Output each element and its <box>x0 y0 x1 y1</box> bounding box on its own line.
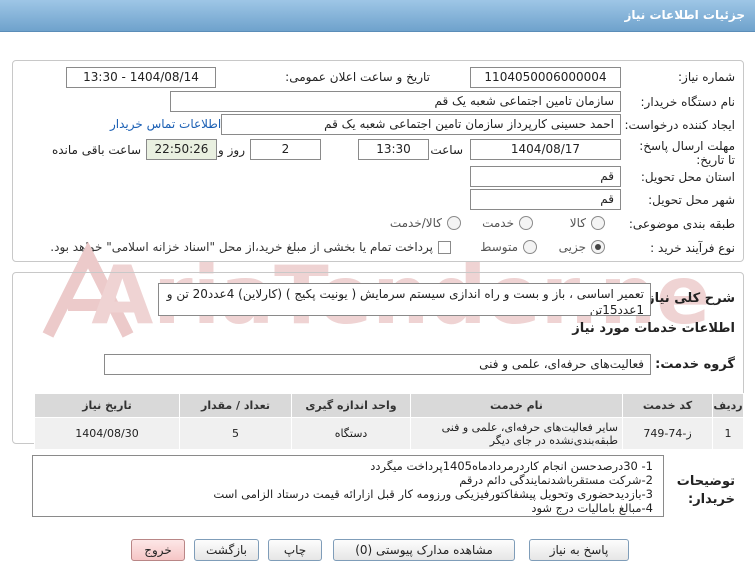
creator-label: ایجاد کننده درخواست: <box>624 118 735 132</box>
deadline-time-field[interactable]: 13:30 <box>358 139 429 160</box>
announce-label: تاریخ و ساعت اعلان عمومی: <box>285 70 430 84</box>
cell-date: 1404/08/30 <box>34 417 180 450</box>
province-field[interactable]: قم <box>470 166 621 187</box>
note-line: 2-شرکت مستقرباشدنمایندگی دائم درقم <box>459 473 653 487</box>
radio-icon[interactable] <box>591 216 605 230</box>
page-title: جزئیات اطلاعات نیاز <box>624 8 745 22</box>
days-field[interactable]: 2 <box>250 139 321 160</box>
view-attachments-button[interactable]: مشاهده مدارک پیوستی (0) <box>333 539 515 561</box>
radio-icon[interactable] <box>447 216 461 230</box>
process-option-minor[interactable]: جزیی <box>559 240 605 254</box>
note-line: 3-بازدیدحضوری وتحویل پیشفاکتورفیزیکی ورز… <box>213 487 653 501</box>
process-option-medium[interactable]: متوسط <box>480 240 537 254</box>
service-group-label: گروه خدمت: <box>655 357 735 372</box>
print-button[interactable]: چاپ <box>268 539 322 561</box>
announce-field[interactable]: 1404/08/14 - 13:30 <box>66 67 216 88</box>
buyer-field[interactable]: سازمان تامین اجتماعی شعبه یک قم <box>170 91 621 112</box>
city-field[interactable]: قم <box>470 189 621 210</box>
treasury-payment-option[interactable]: پرداخت تمام یا بخشی از مبلغ خرید،از محل … <box>50 240 451 254</box>
note-line: 4-مبالغ بامالیات درج شود <box>531 501 653 515</box>
cell-unit: دستگاه <box>291 417 411 450</box>
category-option-goods-service[interactable]: کالا/خدمت <box>390 216 461 230</box>
radio-icon[interactable] <box>519 216 533 230</box>
table-header-row: ردیف کد خدمت نام خدمت واحد اندازه گیری ت… <box>34 393 744 418</box>
col-qty: تعداد / مقدار <box>179 393 292 418</box>
page-header: جزئیات اطلاعات نیاز <box>0 0 755 32</box>
province-label: استان محل تحویل: <box>640 170 735 184</box>
deadline-date-field[interactable]: 1404/08/17 <box>470 139 621 160</box>
days-label: روز و <box>218 143 245 157</box>
creator-field[interactable]: احمد حسینی کارپرداز سازمان تامین اجتماعی… <box>221 114 621 135</box>
buyer-notes-label: توضیحات خریدار: <box>676 474 735 507</box>
col-name: نام خدمت <box>410 393 623 418</box>
buyer-contact-link[interactable]: اطلاعات تماس خریدار <box>110 117 221 131</box>
cell-index: 1 <box>712 417 744 450</box>
table-row[interactable]: 1 ز-74-749 سایر فعالیت‌های حرفه‌ای، علمی… <box>34 417 744 450</box>
cell-qty: 5 <box>179 417 292 450</box>
back-button[interactable]: بازگشت <box>194 539 259 561</box>
services-section-title: اطلاعات خدمات مورد نیاز <box>572 321 735 336</box>
radio-icon[interactable] <box>523 240 537 254</box>
process-type-label: نوع فرآیند خرید : <box>650 241 735 255</box>
col-code: کد خدمت <box>622 393 713 418</box>
deadline-label: مهلت ارسال پاسخ: تا تاریخ: <box>639 139 735 167</box>
radio-selected-icon[interactable] <box>591 240 605 254</box>
need-number-label: شماره نیاز: <box>678 70 735 84</box>
summary-label: شرح کلی نیاز: <box>641 291 735 306</box>
cell-name: سایر فعالیت‌های حرفه‌ای، علمی و فنی طبقه… <box>410 417 623 450</box>
treasury-payment-note: پرداخت تمام یا بخشی از مبلغ خرید،از محل … <box>50 240 433 254</box>
remaining-time-field: 22:50:26 <box>146 139 217 160</box>
service-group-field[interactable]: فعالیت‌های حرفه‌ای، علمی و فنی <box>104 354 651 375</box>
checkbox-icon[interactable] <box>438 240 451 254</box>
services-table: ردیف کد خدمت نام خدمت واحد اندازه گیری ت… <box>34 393 744 450</box>
category-option-service[interactable]: خدمت <box>482 216 533 230</box>
col-index: ردیف <box>712 393 744 418</box>
exit-button[interactable]: خروج <box>131 539 185 561</box>
category-option-goods[interactable]: کالا <box>570 216 605 230</box>
services-table-wrapper: ردیف کد خدمت نام خدمت واحد اندازه گیری ت… <box>34 393 744 450</box>
category-label: طبقه بندی موضوعی: <box>628 217 735 231</box>
summary-field[interactable]: تعمیر اساسی ، باز و بست و راه اندازی سیس… <box>158 283 651 316</box>
col-unit: واحد اندازه گیری <box>291 393 411 418</box>
deadline-time-label: ساعت <box>430 143 463 157</box>
buyer-notes-field[interactable]: 1- 30درصدحسن انجام کاردرمردادماه1405پردا… <box>32 455 664 517</box>
buyer-label: نام دستگاه خریدار: <box>640 95 736 109</box>
reply-button[interactable]: پاسخ به نیاز <box>529 539 629 561</box>
remaining-label: ساعت باقی مانده <box>51 143 141 157</box>
cell-code: ز-74-749 <box>622 417 713 450</box>
city-label: شهر محل تحویل: <box>648 193 735 207</box>
note-line: 1- 30درصدحسن انجام کاردرمردادماه1405پردا… <box>370 459 653 473</box>
col-date: تاریخ نیاز <box>34 393 180 418</box>
need-number-field[interactable]: 1104050006000004 <box>470 67 621 88</box>
